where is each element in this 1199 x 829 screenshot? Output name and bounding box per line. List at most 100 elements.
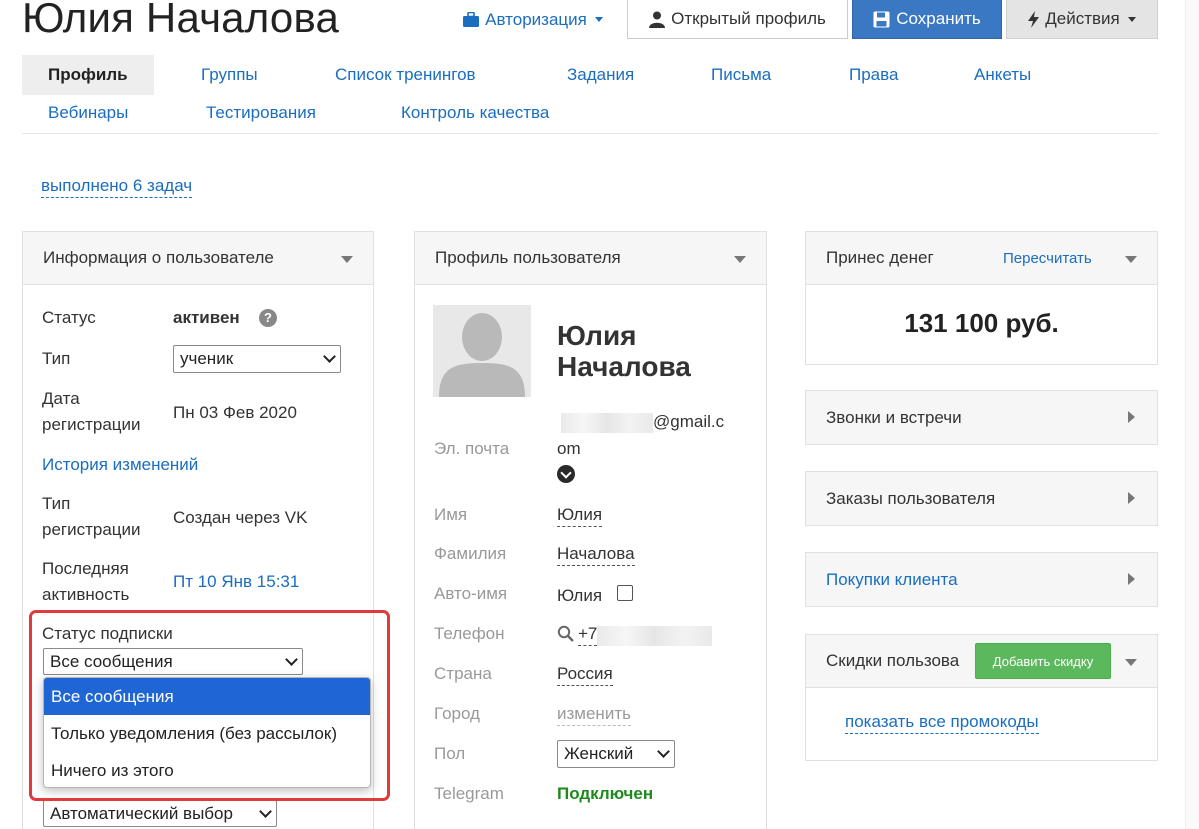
status-label: Статус xyxy=(42,308,96,327)
page-title: Юлия Началова xyxy=(22,0,340,41)
highlight-frame xyxy=(29,610,390,801)
orders-panel[interactable]: Заказы пользователя xyxy=(805,471,1158,526)
tab-profile[interactable]: Профиль xyxy=(22,55,154,95)
country-label: Страна xyxy=(434,664,492,683)
auto-select[interactable]: Автоматический выбор xyxy=(43,800,277,827)
avatar[interactable] xyxy=(433,305,531,397)
reg-date-label-line2: регистрации xyxy=(42,415,141,434)
caret-down-icon xyxy=(734,256,746,263)
actions-button[interactable]: Действия xyxy=(1006,0,1158,39)
tab-rights[interactable]: Права xyxy=(849,65,898,85)
type-select[interactable]: ученик xyxy=(173,345,341,373)
calls-panel[interactable]: Звонки и встречи xyxy=(805,390,1158,445)
city-change-link[interactable]: изменить xyxy=(557,703,631,726)
caret-right-icon xyxy=(1128,492,1135,504)
calls-panel-title: Звонки и встречи xyxy=(826,407,962,427)
money-panel-title: Принес денег xyxy=(826,248,934,267)
phone-label: Телефон xyxy=(434,624,505,643)
tab-letters[interactable]: Письма xyxy=(711,65,771,85)
gender-select[interactable]: Женский xyxy=(557,740,675,768)
gender-label: Пол xyxy=(434,744,466,763)
discounts-panel-title: Скидки пользова xyxy=(826,651,960,670)
last-name-value[interactable]: Началова xyxy=(557,543,635,566)
autoname-value: Юлия xyxy=(557,586,603,605)
email-redacted-blur xyxy=(561,413,653,433)
recalculate-link[interactable]: Пересчитать xyxy=(1003,250,1092,267)
tab-trainings[interactable]: Список тренингов xyxy=(335,65,476,85)
last-activity-label-line1: Последняя xyxy=(42,559,129,578)
email-label: Эл. почта xyxy=(434,439,510,458)
scrollbar[interactable] xyxy=(1185,0,1199,829)
tab-tasks[interactable]: Задания xyxy=(567,65,634,85)
money-panel-header[interactable]: Принес денег Пересчитать xyxy=(806,232,1157,285)
phone-redacted-blur xyxy=(597,626,712,646)
user-profile-header[interactable]: Профиль пользователя xyxy=(415,232,766,285)
authorization-label: Авторизация xyxy=(485,9,587,29)
reg-type-value: Создан через VK xyxy=(173,508,308,527)
floppy-disk-icon xyxy=(873,11,890,27)
open-profile-label: Открытый профиль xyxy=(671,9,826,28)
country-value[interactable]: Россия xyxy=(557,663,613,686)
purchases-panel-header[interactable]: Покупки клиента xyxy=(806,553,1157,606)
calls-panel-header[interactable]: Звонки и встречи xyxy=(806,391,1157,444)
caret-down-icon xyxy=(594,17,603,22)
tab-testing[interactable]: Тестирования xyxy=(206,103,316,123)
orders-panel-title: Заказы пользователя xyxy=(826,488,996,508)
history-link[interactable]: История изменений xyxy=(42,452,198,478)
email-value-line1[interactable]: @gmail.c xyxy=(653,409,724,435)
save-label: Сохранить xyxy=(896,9,981,28)
last-activity-value[interactable]: Пт 10 Янв 15:31 xyxy=(173,569,299,595)
tab-questionnaires[interactable]: Анкеты xyxy=(974,65,1031,85)
completed-tasks-link[interactable]: выполнено 6 задач xyxy=(41,175,193,198)
search-icon[interactable] xyxy=(557,625,574,642)
open-profile-button[interactable]: Открытый профиль xyxy=(627,0,848,39)
actions-label: Действия xyxy=(1045,9,1120,28)
reg-type-label-line1: Тип xyxy=(42,494,71,513)
city-label: Город xyxy=(434,704,480,723)
authorization-button[interactable]: Авторизация xyxy=(450,0,616,39)
purchases-panel[interactable]: Покупки клиента xyxy=(805,552,1158,607)
caret-right-icon xyxy=(1128,411,1135,423)
orders-panel-header[interactable]: Заказы пользователя xyxy=(806,472,1157,525)
telegram-label: Telegram xyxy=(434,784,504,803)
show-promocodes-link[interactable]: показать все промокоды xyxy=(845,711,1039,734)
briefcase-icon xyxy=(463,12,480,27)
autoname-label: Авто-имя xyxy=(434,584,508,603)
tabs-divider xyxy=(22,133,1158,134)
status-value: активен xyxy=(173,308,240,327)
chevron-down-icon xyxy=(657,745,670,758)
first-name-value[interactable]: Юлия xyxy=(557,504,603,527)
tab-quality-control[interactable]: Контроль качества xyxy=(401,103,549,123)
user-info-header[interactable]: Информация о пользователе xyxy=(23,232,373,285)
caret-down-icon xyxy=(1127,16,1136,22)
tab-groups[interactable]: Группы xyxy=(201,65,258,85)
first-name-label: Имя xyxy=(434,505,468,524)
user-silhouette-icon xyxy=(433,305,531,397)
add-discount-button[interactable]: Добавить скидку xyxy=(975,643,1111,679)
help-icon[interactable]: ? xyxy=(259,309,277,327)
last-name-label: Фамилия xyxy=(434,544,507,563)
gender-select-value: Женский xyxy=(564,744,634,763)
phone-value[interactable]: +7 xyxy=(578,623,598,646)
reg-type-label-line2: регистрации xyxy=(42,520,141,539)
tab-webinars[interactable]: Вебинары xyxy=(48,103,128,123)
save-button[interactable]: Сохранить xyxy=(852,0,1002,39)
chevron-down-icon xyxy=(259,804,272,818)
autoname-checkbox[interactable] xyxy=(617,585,633,601)
purchases-panel-title[interactable]: Покупки клиента xyxy=(826,570,958,590)
user-icon xyxy=(649,11,666,28)
user-info-title: Информация о пользователе xyxy=(43,248,274,267)
type-select-value: ученик xyxy=(180,349,234,368)
auto-select-value: Автоматический выбор xyxy=(50,803,233,823)
caret-down-icon xyxy=(341,256,353,263)
telegram-status: Подключен xyxy=(557,784,654,803)
email-value-line2[interactable]: om xyxy=(557,436,581,462)
caret-down-icon xyxy=(1125,659,1137,666)
user-profile-title: Профиль пользователя xyxy=(435,248,621,267)
caret-down-icon xyxy=(1125,256,1137,263)
profile-last-name-heading: Началова xyxy=(557,351,691,382)
chevron-down-icon xyxy=(323,350,336,363)
reg-date-value: Пн 03 Фев 2020 xyxy=(173,403,297,422)
chevron-down-circle-icon[interactable] xyxy=(557,465,575,483)
profile-first-name-heading: Юлия xyxy=(557,320,637,351)
